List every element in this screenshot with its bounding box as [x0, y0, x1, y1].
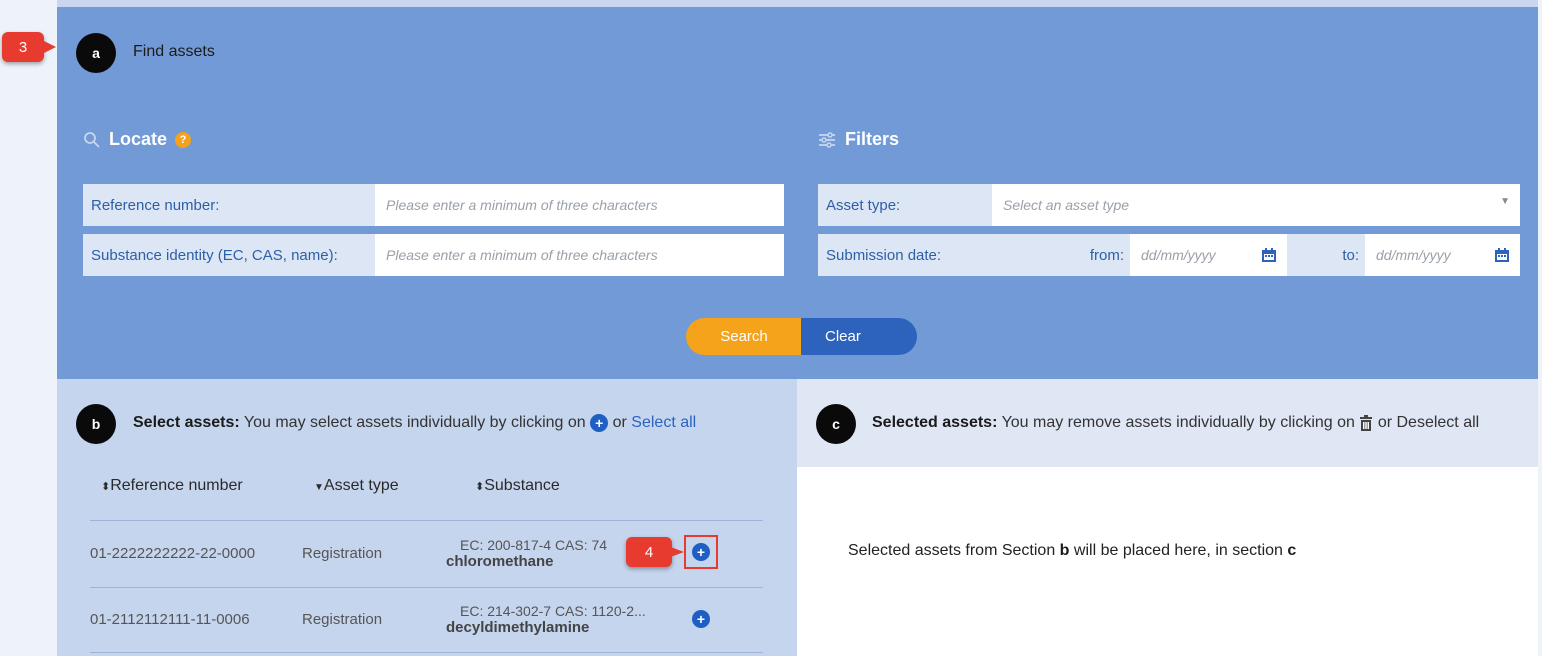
column-substance[interactable]: ⬍Substance — [475, 477, 560, 495]
substance-identity-input[interactable]: Please enter a minimum of three characte… — [375, 234, 784, 276]
selected-assets-title: Selected assets: — [872, 414, 998, 431]
asset-type-label: Asset type: — [818, 184, 992, 226]
asset-type-select[interactable]: Select an asset type ▼ — [992, 184, 1520, 226]
submission-date-row: Submission date: from: dd/mm/yyyy to: dd… — [818, 234, 1520, 276]
selected-assets-text: You may remove assets individually by cl… — [1001, 414, 1355, 431]
or-text: or — [612, 414, 627, 432]
highlight-box — [684, 535, 718, 569]
callout-3-arrow — [40, 39, 56, 55]
search-button[interactable]: Search — [686, 318, 802, 355]
reference-number-label: Reference number: — [83, 184, 375, 226]
to-date-placeholder: dd/mm/yyyy — [1376, 247, 1451, 263]
deselect-all-text[interactable]: or Deselect all — [1378, 414, 1479, 431]
to-label: to: — [1287, 234, 1365, 276]
row1-substance-name: chloromethane — [446, 553, 554, 570]
from-label: from: — [1053, 234, 1130, 276]
sort-desc-icon: ▼ — [314, 482, 324, 493]
select-all-link[interactable]: Select all — [631, 414, 696, 431]
find-assets-title: Find assets — [133, 43, 215, 60]
step-3-callout: 3 — [2, 32, 44, 62]
row2-reference: 01-2112112111-11-0006 — [90, 611, 250, 628]
sort-icon: ⬍ — [475, 481, 485, 493]
column-substance-label: Substance — [484, 477, 560, 494]
section-a-badge: a — [76, 33, 116, 73]
filter-icon — [819, 131, 835, 148]
column-reference-number[interactable]: ⬍Reference number — [101, 477, 243, 495]
column-asset-type[interactable]: ▼Asset type — [314, 477, 399, 495]
callout-4-arrow — [668, 546, 684, 558]
calendar-icon[interactable] — [1261, 247, 1277, 263]
step-4-callout: 4 — [626, 537, 672, 567]
row2-substance-ids: EC: 214-302-7 CAS: 1120-2... — [460, 603, 646, 619]
select-assets-instructions: Select assets: You may select assets ind… — [133, 414, 696, 432]
submission-date-label: Submission date: — [818, 234, 1053, 276]
placeholder-section-b: b — [1059, 542, 1070, 559]
column-asset-type-label: Asset type — [323, 477, 399, 494]
add-asset-button-row2[interactable]: + — [692, 610, 710, 628]
row2-asset-type: Registration — [302, 611, 383, 628]
substance-identity-label: Substance identity (EC, CAS, name): — [83, 234, 375, 276]
from-date-placeholder: dd/mm/yyyy — [1141, 247, 1216, 263]
row2-substance-name: decyldimethylamine — [446, 619, 590, 636]
sort-icon: ⬍ — [101, 481, 111, 493]
reference-number-row: Reference number: Please enter a minimum… — [83, 184, 784, 226]
placeholder-section-c: c — [1287, 542, 1297, 559]
filters-title: Filters — [845, 129, 900, 149]
section-b-badge: b — [76, 404, 116, 444]
row-divider — [90, 652, 763, 653]
info-icon[interactable]: ? — [175, 131, 192, 148]
to-date-input[interactable]: dd/mm/yyyy — [1365, 234, 1520, 276]
locate-heading: Locate ? — [83, 129, 192, 150]
column-reference-label: Reference number — [110, 477, 243, 494]
table-header-divider — [90, 520, 763, 521]
search-icon — [84, 131, 100, 148]
trash-icon — [1360, 414, 1373, 431]
section-c-badge: c — [816, 404, 856, 444]
row1-reference: 01-2222222222-22-0000 — [90, 545, 256, 562]
filters-heading: Filters — [817, 129, 899, 150]
placeholder-mid: will be placed here, in section — [1073, 542, 1283, 559]
row1-asset-type: Registration — [302, 545, 383, 562]
selected-assets-placeholder: Selected assets from Section b will be p… — [848, 542, 1296, 560]
reference-number-input[interactable]: Please enter a minimum of three characte… — [375, 184, 784, 226]
substance-identity-row: Substance identity (EC, CAS, name): Plea… — [83, 234, 784, 276]
asset-type-row: Asset type: Select an asset type ▼ — [818, 184, 1520, 226]
clear-button[interactable]: Clear — [801, 318, 917, 355]
calendar-icon[interactable] — [1494, 247, 1510, 263]
locate-title: Locate — [109, 129, 168, 149]
dropdown-caret-icon: ▼ — [1500, 196, 1510, 207]
row1-substance-ids: EC: 200-817-4 CAS: 74 — [460, 537, 608, 553]
asset-type-value: Select an asset type — [1003, 197, 1130, 213]
plus-circle-icon: + — [590, 414, 609, 432]
top-strip — [57, 0, 1538, 7]
selected-assets-instructions: Selected assets: You may remove assets i… — [872, 414, 1479, 432]
placeholder-pre: Selected assets from Section — [848, 542, 1056, 559]
select-assets-text: You may select assets individually by cl… — [243, 414, 586, 432]
row-divider — [90, 587, 763, 588]
from-date-input[interactable]: dd/mm/yyyy — [1130, 234, 1287, 276]
select-assets-title: Select assets: — [133, 414, 240, 432]
